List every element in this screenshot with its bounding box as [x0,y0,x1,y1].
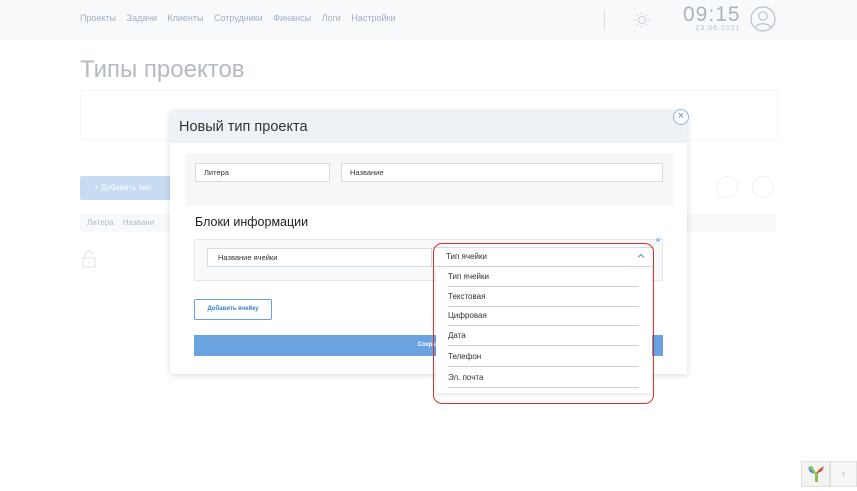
type-fields-panel: Литера Название [185,153,673,206]
nav-item-clients[interactable]: Клиенты [167,13,203,23]
cell-name-input[interactable]: Название ячейки [207,248,432,267]
top-navigation-bar: Проекты Задачи Клиенты Сотрудники Финанс… [0,0,857,40]
yii-logo-icon[interactable] [801,461,830,487]
info-blocks-title: Блоки информации [195,215,309,229]
header-divider [604,11,605,29]
nav-item-logs[interactable]: Логи [322,13,341,23]
modal-header: Новый тип проекта [170,111,687,143]
nav-item-projects[interactable]: Проекты [80,13,116,23]
main-nav: Проекты Задачи Клиенты Сотрудники Финанс… [80,13,403,23]
debug-toolbar: ‹ [801,461,857,487]
modal-title: Новый тип проекта [179,119,308,135]
nav-item-finances[interactable]: Финансы [273,13,311,23]
nav-item-employees[interactable]: Сотрудники [214,13,263,23]
name-input[interactable]: Название [341,163,663,182]
sun-icon[interactable] [634,12,650,28]
debug-toolbar-toggle[interactable]: ‹ [830,461,857,487]
header-clock: 09:15 23.06.2021 [683,3,741,32]
dropdown-highlight-frame [433,243,654,404]
add-cell-button[interactable]: Добавить ячейку [194,299,272,320]
clock-time: 09:15 [683,3,741,26]
litera-input[interactable]: Литера [195,163,330,182]
user-avatar-icon[interactable] [750,6,776,32]
nav-item-settings[interactable]: Настройки [351,13,395,23]
modal-close-icon[interactable]: × [673,109,689,125]
cell-row-close-icon[interactable]: × [653,235,663,245]
nav-item-tasks[interactable]: Задачи [127,13,157,23]
